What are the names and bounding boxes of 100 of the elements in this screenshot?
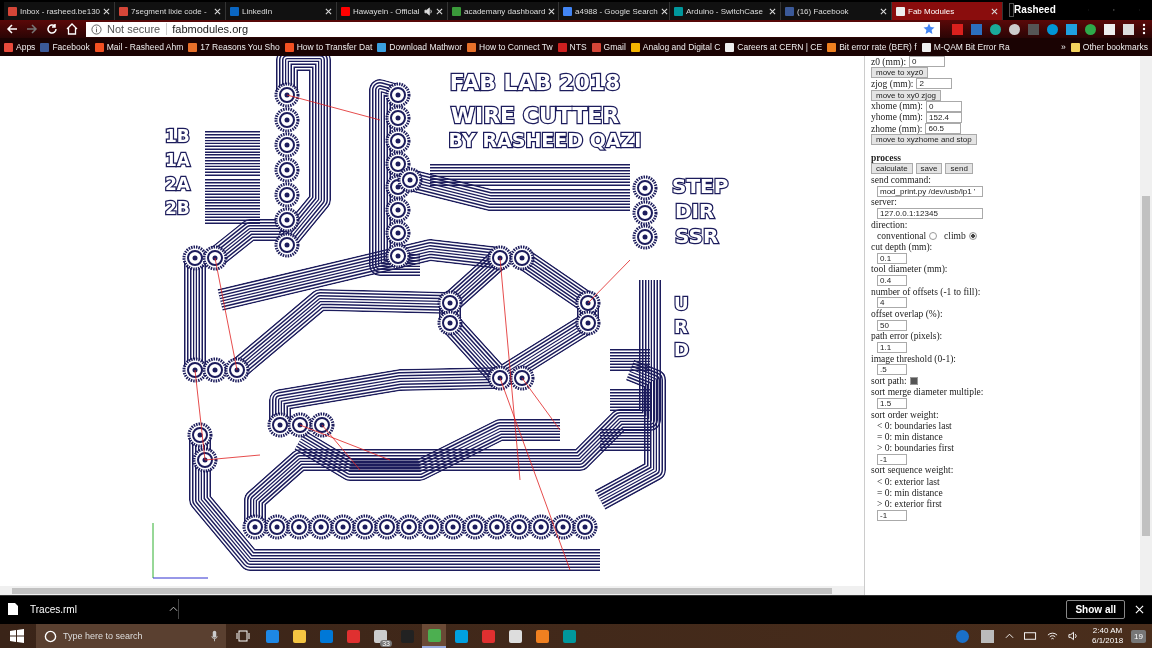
bookmark[interactable]: Careers at CERN | CE (725, 42, 823, 52)
scrollbar-thumb[interactable] (12, 588, 832, 594)
pad-toolpath (487, 365, 513, 391)
other-bookmarks[interactable]: Other bookmarks (1070, 42, 1148, 52)
bookmark[interactable]: Download Mathwor (377, 42, 463, 52)
extension-icon[interactable] (1085, 23, 1096, 35)
bookmark-icon (557, 42, 567, 52)
field-label: xhome (mm): (871, 101, 923, 112)
extension-icon[interactable] (1009, 23, 1020, 35)
browser-tab[interactable]: 7segment lixie code - (115, 2, 226, 20)
browser-tab[interactable]: academany dashboard (448, 2, 559, 20)
input-field[interactable]: .5 (877, 364, 907, 376)
pad-toolpath (397, 167, 423, 193)
pad-toolpath (274, 157, 300, 183)
pad-toolpath (632, 224, 658, 250)
action-button[interactable]: calculate (871, 163, 913, 175)
more-bookmarks-button[interactable]: » (1061, 42, 1066, 52)
extension-icon[interactable] (1047, 23, 1058, 35)
browser-tab[interactable]: Fab Modules (892, 2, 1003, 20)
radio-button[interactable] (968, 231, 977, 240)
action-button[interactable]: move to xyzhome and stop (871, 134, 977, 146)
input-field[interactable]: 0.1 (877, 252, 907, 264)
scrollbar-thumb[interactable] (1142, 196, 1150, 536)
help-icon[interactable] (955, 629, 969, 643)
bookmark[interactable]: M-QAM Bit Error Ra (921, 42, 1010, 52)
back-arrow-icon[interactable] (6, 23, 18, 35)
download-item[interactable]: Traces.rml (8, 599, 179, 619)
clock-time[interactable]: 2:40 AM (1092, 626, 1123, 636)
battery-icon[interactable] (1023, 632, 1037, 640)
browser-tab[interactable]: Arduino - SwitchCase (670, 2, 781, 20)
input-field[interactable]: -1 (877, 509, 907, 521)
action-button[interactable]: save (915, 163, 943, 175)
action-button[interactable]: send (945, 163, 973, 175)
taskbar-search-field[interactable]: Type here to search (36, 624, 226, 648)
bookmark[interactable]: Mail - Rasheed Ahm (94, 42, 184, 52)
people-icon[interactable] (980, 629, 994, 643)
bookmark-icon (591, 42, 601, 52)
input-field[interactable]: 1.5 (877, 397, 907, 409)
windows-start-icon[interactable] (10, 629, 24, 643)
action-button[interactable]: move to xyz0 (871, 67, 929, 79)
site-icon (119, 6, 128, 16)
bookmark[interactable]: NTS (557, 42, 587, 52)
speaker-icon[interactable] (1067, 631, 1079, 641)
board-label: 2A (165, 174, 190, 194)
menu-icon[interactable] (1142, 23, 1146, 35)
input-field[interactable]: 152.4 (926, 111, 962, 123)
star-icon[interactable] (923, 23, 935, 35)
input-field[interactable]: 50 (877, 319, 907, 331)
vertical-scrollbar[interactable] (1140, 56, 1152, 595)
bookmark[interactable]: Bit error rate (BER) f (827, 42, 917, 52)
pad-toolpath (352, 514, 378, 540)
bookmark[interactable]: 17 Reasons You Sho (188, 42, 280, 52)
home-icon[interactable] (66, 23, 78, 35)
input-field[interactable]: -1 (877, 453, 907, 465)
action-button[interactable]: move to xy0 zjog (871, 89, 942, 101)
forward-arrow-icon[interactable] (26, 23, 38, 35)
chevron-up-icon[interactable] (169, 606, 178, 612)
site-icon (8, 6, 17, 16)
notification-button[interactable]: 19 (1131, 629, 1146, 643)
browser-tab[interactable]: (16) Facebook (781, 2, 892, 20)
pad-toolpath (274, 182, 300, 208)
pad-toolpath (575, 310, 601, 336)
extension-icon[interactable] (1104, 23, 1115, 35)
extension-icon[interactable] (1123, 23, 1134, 35)
browser-tab[interactable]: Inbox - rasheed.be130 (4, 2, 115, 20)
browser-tab[interactable]: Hawayein - Official (337, 2, 448, 20)
bookmark[interactable]: Facebook (40, 42, 90, 52)
show-all-button[interactable]: Show all (1066, 599, 1125, 619)
input-field[interactable]: 0.4 (877, 274, 907, 286)
microphone-icon[interactable] (211, 630, 218, 642)
input-field[interactable]: 127.0.0.1:12345 (877, 207, 983, 219)
bookmark[interactable]: Analog and Digital C (630, 42, 721, 52)
input-field[interactable]: mod_print.py /dev/usb/lp1 ' (877, 185, 983, 197)
address-bar[interactable]: Not secure fabmodules.org (86, 21, 940, 37)
input-field[interactable]: 0 (909, 56, 946, 68)
horizontal-scrollbar[interactable] (0, 586, 864, 595)
profile-name[interactable]: Rasheed (1014, 4, 1056, 15)
app-icon (346, 629, 360, 643)
task-view-icon[interactable] (236, 630, 250, 642)
input-field[interactable]: 4 (877, 297, 907, 309)
new-tab-button[interactable] (1009, 3, 1015, 17)
browser-tab[interactable]: a4988 - Google Search (559, 2, 670, 20)
bookmark[interactable]: How to Transfer Dat (284, 42, 373, 52)
input-field[interactable]: 1.1 (877, 342, 907, 353)
pad-toolpath (385, 220, 411, 246)
reload-icon[interactable] (46, 23, 58, 35)
input-field[interactable]: 0 (926, 100, 962, 112)
bookmark[interactable]: How to Connect Tw (467, 42, 553, 52)
browser-tab[interactable]: LinkedIn (226, 2, 337, 20)
pad-toolpath (308, 514, 334, 540)
checkbox[interactable] (909, 377, 918, 385)
wifi-icon[interactable] (1046, 631, 1058, 641)
input-field[interactable]: 60.5 (925, 123, 962, 135)
pad-toolpath (286, 514, 312, 540)
bookmark[interactable]: Gmail (591, 42, 626, 52)
input-field[interactable]: 2 (916, 78, 953, 90)
bookmark[interactable]: Apps (4, 42, 36, 52)
field-label: zjog (mm): (871, 78, 914, 89)
extension-icon[interactable] (990, 23, 1001, 35)
clock-date[interactable]: 6/1/2018 (1091, 636, 1124, 646)
